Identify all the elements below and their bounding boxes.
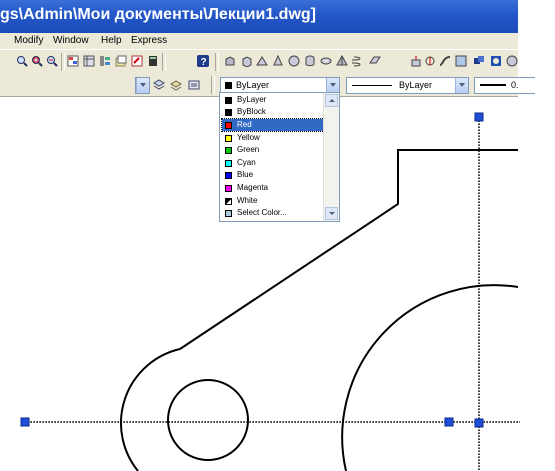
menu-help[interactable]: Help: [101, 35, 122, 46]
helix-icon[interactable]: [352, 55, 364, 67]
scroll-up-button[interactable]: [325, 94, 338, 107]
calculator-icon[interactable]: [147, 55, 159, 67]
menu-bar: Modify Window Help Express: [0, 33, 518, 49]
revolve-icon[interactable]: [424, 55, 436, 67]
color-option-blue[interactable]: Blue: [222, 169, 324, 181]
color-option-red[interactable]: Red: [221, 118, 325, 132]
grip-handle[interactable]: [444, 417, 454, 427]
scroll-down-button[interactable]: [325, 207, 338, 220]
torus-icon[interactable]: [320, 55, 332, 67]
svg-text:?: ?: [201, 57, 207, 67]
wedge-icon[interactable]: [256, 55, 268, 67]
design-center-icon[interactable]: [83, 55, 95, 67]
color-swatch: [225, 82, 232, 89]
lineweight-sample: [480, 84, 506, 86]
color-dropdown-list[interactable]: ByLayer ByBlock Red Yellow Green Cyan Bl…: [219, 92, 340, 222]
grip-handle[interactable]: [474, 112, 484, 122]
title-bar: gs\Admin\Мои документы\Лекции1.dwg]: [0, 0, 518, 33]
sheet-set-icon[interactable]: [115, 55, 127, 67]
intersect-icon[interactable]: [506, 55, 518, 67]
make-layer-current-icon[interactable]: [153, 79, 165, 91]
toolbar-separator: [162, 53, 166, 71]
large-circle-arc[interactable]: [341, 284, 519, 471]
help-icon[interactable]: ?: [197, 55, 209, 67]
linetype-dropdown-arrow[interactable]: [455, 78, 468, 93]
lineweight-control[interactable]: 0.: [474, 77, 535, 94]
menu-express[interactable]: Express: [131, 35, 167, 46]
loft-icon[interactable]: [455, 55, 467, 67]
window-title: gs\Admin\Мои документы\Лекции1.dwg]: [0, 6, 316, 23]
zoom-realtime-icon[interactable]: [16, 55, 28, 67]
planar-surface-icon[interactable]: [369, 55, 381, 67]
color-option-white[interactable]: White: [222, 195, 324, 207]
box-icon[interactable]: [241, 55, 253, 67]
properties-icon[interactable]: [67, 55, 79, 67]
color-option-byblock[interactable]: ByBlock: [222, 106, 324, 118]
polysolid-icon[interactable]: [224, 55, 236, 67]
layer-states-icon[interactable]: [188, 79, 200, 91]
color-value: ByLayer: [236, 80, 270, 90]
union-icon[interactable]: [473, 55, 485, 67]
pyramid-icon[interactable]: [336, 55, 348, 67]
tool-palettes-icon[interactable]: [99, 55, 111, 67]
color-option-yellow[interactable]: Yellow: [222, 132, 324, 144]
layer-dropdown-button[interactable]: [135, 77, 150, 94]
cone-icon[interactable]: [272, 55, 284, 67]
cylinder-icon[interactable]: [304, 55, 316, 67]
color-option-bylayer[interactable]: ByLayer: [222, 94, 324, 106]
subtract-icon[interactable]: [490, 55, 502, 67]
menu-window[interactable]: Window: [53, 35, 89, 46]
grip-handle[interactable]: [20, 417, 30, 427]
grip-handle[interactable]: [474, 418, 484, 428]
dropdown-scrollbar[interactable]: [323, 93, 339, 221]
small-circle[interactable]: [167, 379, 249, 461]
markup-icon[interactable]: [131, 55, 143, 67]
toolbar-separator: [61, 53, 65, 71]
linetype-control[interactable]: ByLayer: [346, 77, 469, 94]
sphere-icon[interactable]: [288, 55, 300, 67]
linetype-value: ByLayer: [399, 80, 433, 90]
toolbar-separator: [211, 76, 215, 94]
sweep-icon[interactable]: [439, 55, 451, 67]
standard-toolbar: ?: [0, 49, 518, 74]
lineweight-value: 0.: [511, 80, 519, 90]
color-dropdown-arrow[interactable]: [326, 78, 339, 93]
color-option-green[interactable]: Green: [222, 144, 324, 156]
outline-arc[interactable]: [120, 348, 181, 471]
layer-previous-icon[interactable]: [170, 79, 182, 91]
linetype-sample: [352, 85, 392, 86]
extrude-icon[interactable]: [410, 55, 422, 67]
color-option-cyan[interactable]: Cyan: [222, 157, 324, 169]
color-option-select-color[interactable]: Select Color...: [222, 207, 324, 219]
zoom-previous-icon[interactable]: [46, 55, 58, 67]
menu-modify[interactable]: Modify: [14, 35, 43, 46]
toolbar-separator: [215, 53, 219, 71]
color-option-magenta[interactable]: Magenta: [222, 182, 324, 194]
zoom-window-icon[interactable]: [31, 55, 43, 67]
